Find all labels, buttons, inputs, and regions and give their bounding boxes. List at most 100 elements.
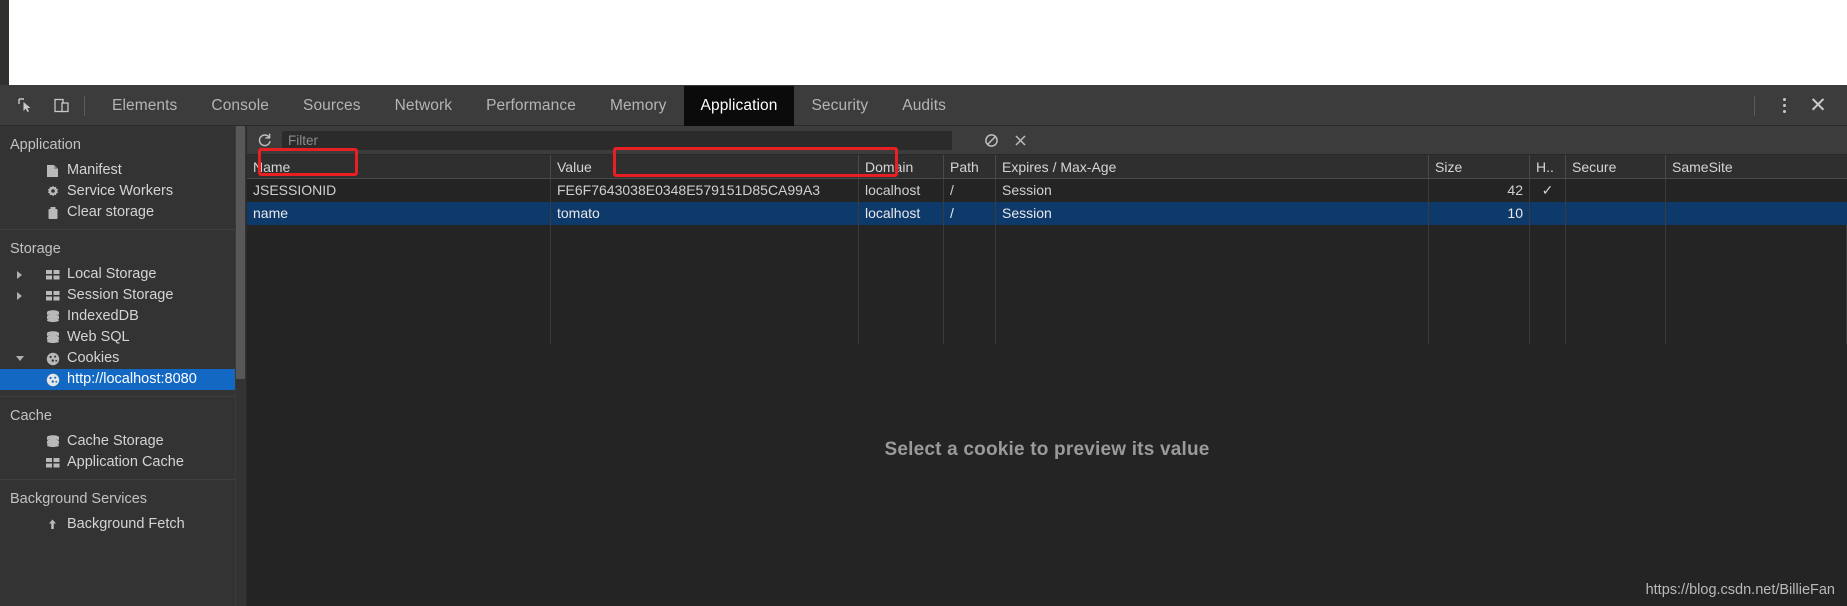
tab-network[interactable]: Network: [378, 86, 470, 126]
cell-expires: Session: [996, 202, 1429, 225]
column-header-name[interactable]: Name: [247, 154, 551, 179]
chevron-down-icon[interactable]: [16, 356, 24, 361]
sidebar-item-indexeddb[interactable]: IndexedDB: [0, 306, 246, 327]
cell-domain: localhost: [859, 202, 944, 225]
table-icon: [45, 267, 60, 282]
table-row[interactable]: JSESSIONID FE6F7643038E0348E579151D85CA9…: [247, 179, 1847, 202]
cookies-main-panel: Name Value Domain Path Expires / Max-Age…: [247, 126, 1847, 606]
sidebar-group-application: Application Manifest Service Workers Cle…: [0, 126, 246, 223]
sidebar-item-clear-storage[interactable]: Clear storage: [0, 202, 246, 223]
cell-httponly: [1530, 202, 1566, 225]
sidebar-group-title: Background Services: [10, 491, 148, 507]
more-options-icon[interactable]: [1769, 91, 1799, 121]
table-icon: [45, 288, 60, 303]
tab-label: Security: [811, 96, 869, 114]
sidebar-item-label: Clear storage: [67, 204, 155, 221]
devtools-tool-icons: [0, 93, 74, 119]
sidebar-item-label: Cookies: [67, 350, 120, 367]
chevron-right-icon[interactable]: [17, 291, 22, 300]
toggle-device-toolbar-icon[interactable]: [48, 93, 74, 119]
cell-value: FE6F7643038E0348E579151D85CA99A3: [551, 179, 859, 202]
tab-performance[interactable]: Performance: [469, 86, 593, 126]
cell-size: 10: [1429, 202, 1530, 225]
delete-selected-icon[interactable]: [1009, 129, 1031, 151]
sidebar-item-service-workers[interactable]: Service Workers: [0, 181, 246, 202]
devtools-body: Application Manifest Service Workers Cle…: [0, 126, 1847, 606]
cookies-table: Name Value Domain Path Expires / Max-Age…: [247, 154, 1847, 366]
table-row[interactable]: name tomato localhost / Session 10: [247, 202, 1847, 225]
column-header-value[interactable]: Value: [551, 154, 859, 179]
table-icon: [45, 455, 60, 470]
column-header-size[interactable]: Size: [1429, 154, 1530, 179]
tab-label: Application: [700, 96, 778, 114]
cell-secure: [1566, 202, 1666, 225]
sidebar-item-local-storage[interactable]: Local Storage: [0, 264, 246, 285]
sidebar-group-title: Storage: [10, 241, 61, 257]
tab-console[interactable]: Console: [194, 86, 286, 126]
preview-placeholder-message: Select a cookie to preview its value: [884, 439, 1210, 460]
trash-icon: [45, 205, 60, 220]
close-devtools-icon[interactable]: ✕: [1803, 91, 1833, 121]
chevron-right-icon[interactable]: [17, 270, 22, 279]
cell-expires: Session: [996, 179, 1429, 202]
cell-domain: localhost: [859, 179, 944, 202]
tab-label: Performance: [486, 96, 576, 114]
devtools-tabbar: Elements Console Sources Network Perform…: [0, 85, 1847, 126]
column-header-secure[interactable]: Secure: [1566, 154, 1666, 179]
sidebar-item-label: Manifest: [67, 162, 122, 179]
sidebar-item-background-fetch[interactable]: Background Fetch: [0, 514, 246, 535]
sidebar-scrollbar[interactable]: [235, 126, 246, 606]
tab-security[interactable]: Security: [794, 86, 885, 126]
sidebar-item-cache-storage[interactable]: Cache Storage: [0, 431, 246, 452]
column-header-expires[interactable]: Expires / Max-Age: [996, 154, 1429, 179]
tab-application[interactable]: Application: [683, 85, 795, 126]
browser-page-area: [0, 0, 1847, 85]
sidebar-group-storage: Storage Local Storage Session Storage In…: [0, 229, 246, 390]
upload-icon: [45, 517, 60, 532]
filter-input[interactable]: [282, 130, 952, 150]
column-header-domain[interactable]: Domain: [859, 154, 944, 179]
tab-memory[interactable]: Memory: [593, 86, 684, 126]
tab-audits[interactable]: Audits: [885, 86, 963, 126]
devtools-panel: Elements Console Sources Network Perform…: [0, 85, 1847, 606]
clear-all-icon[interactable]: [980, 129, 1002, 151]
sidebar-item-cookies[interactable]: Cookies: [0, 348, 246, 369]
sidebar-item-label: Web SQL: [67, 329, 130, 346]
column-header-samesite[interactable]: SameSite: [1666, 155, 1847, 179]
sidebar-group-title: Cache: [10, 408, 52, 424]
cell-samesite: [1666, 179, 1847, 202]
tabbar-right-controls: ✕: [1754, 91, 1847, 121]
cell-name: JSESSIONID: [247, 179, 551, 202]
tab-label: Network: [394, 96, 453, 114]
sidebar-item-cookie-origin[interactable]: http://localhost:8080: [0, 369, 246, 390]
tab-elements[interactable]: Elements: [95, 86, 194, 126]
tab-label: Console: [211, 96, 269, 114]
tabbar-divider: [84, 95, 85, 116]
cell-path: /: [944, 202, 996, 225]
sidebar-item-label: Background Fetch: [67, 516, 185, 533]
cell-httponly: ✓: [1530, 179, 1566, 202]
sidebar-scrollbar-thumb[interactable]: [236, 126, 245, 379]
cell-samesite: [1666, 202, 1847, 225]
cell-name: name: [247, 202, 551, 225]
refresh-icon[interactable]: [253, 129, 275, 151]
tab-label: Sources: [303, 96, 361, 114]
sidebar-item-label: Service Workers: [67, 183, 174, 200]
tab-sources[interactable]: Sources: [286, 86, 378, 126]
sidebar-item-application-cache[interactable]: Application Cache: [0, 452, 246, 473]
application-sidebar: Application Manifest Service Workers Cle…: [0, 126, 247, 606]
tabbar-right-divider: [1754, 95, 1755, 116]
sidebar-item-session-storage[interactable]: Session Storage: [0, 285, 246, 306]
sidebar-item-manifest[interactable]: Manifest: [0, 160, 246, 181]
cookie-icon: [45, 351, 60, 366]
sidebar-group-cache: Cache Cache Storage Application Cache: [0, 396, 246, 473]
tab-label: Audits: [902, 96, 946, 114]
column-header-path[interactable]: Path: [944, 154, 996, 179]
column-header-httponly[interactable]: H..: [1530, 154, 1566, 179]
cell-size: 42: [1429, 179, 1530, 202]
sidebar-item-web-sql[interactable]: Web SQL: [0, 327, 246, 348]
sidebar-group-background-services: Background Services Background Fetch: [0, 479, 246, 535]
inspect-element-icon[interactable]: [12, 93, 38, 119]
cell-secure: [1566, 179, 1666, 202]
document-icon: [45, 163, 60, 178]
